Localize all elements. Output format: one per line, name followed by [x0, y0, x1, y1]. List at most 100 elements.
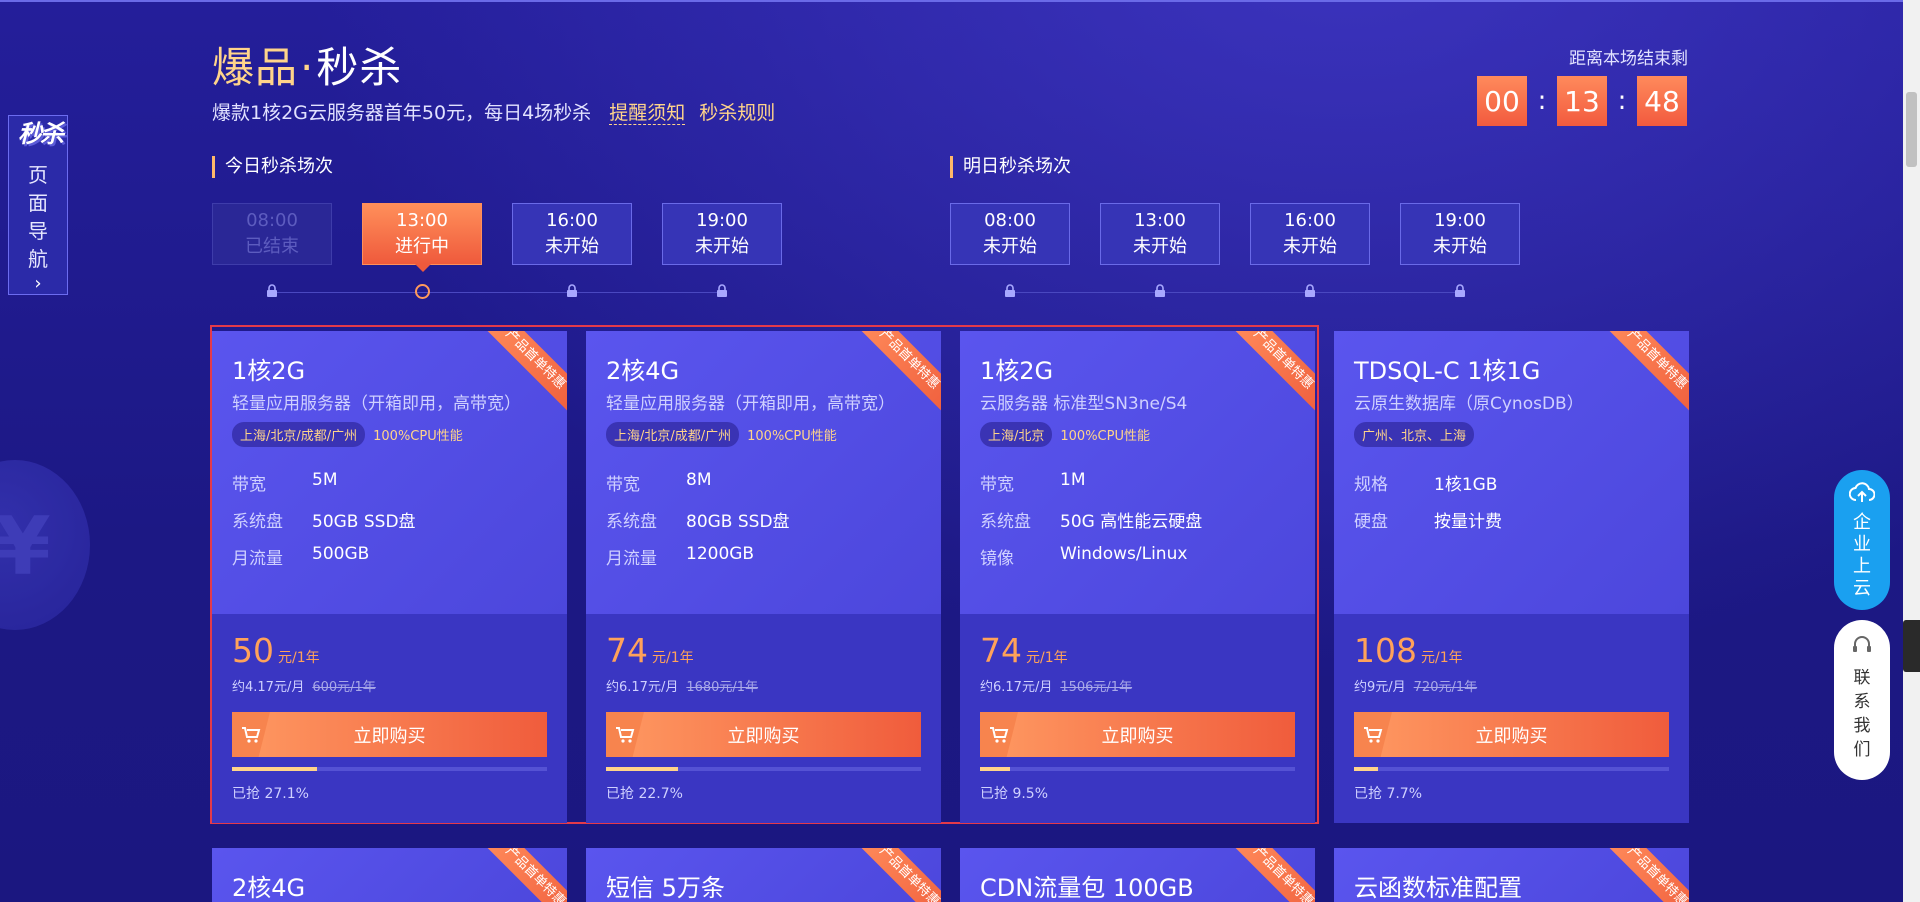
remind-link[interactable]: 提醒须知 — [609, 102, 686, 125]
price-value: 74 — [606, 631, 648, 670]
spec-value: 8M — [686, 470, 712, 490]
spec-value: 按量计费 — [1434, 512, 1502, 532]
spec-list: 带宽 8M 系统盘 80GB SSD盘 月流量 1200GB — [606, 470, 790, 581]
product-desc: 轻量应用服务器（开箱即用，高带宽） — [232, 394, 521, 414]
product-name: 2核4G — [606, 357, 680, 385]
lock-icon — [1303, 284, 1317, 298]
spec-key: 系统盘 — [232, 512, 283, 532]
session-time: 13:00 — [1134, 210, 1186, 231]
page-navigation[interactable]: 秒杀 页面导航 › — [8, 115, 68, 295]
product-card[interactable]: 产品首单特惠 云函数标准配置 — [1334, 848, 1689, 902]
price: 108 元/1年 — [1354, 631, 1463, 670]
spec-key: 系统盘 — [980, 512, 1031, 532]
spec-value: 1M — [1060, 470, 1086, 490]
session-status: 未开始 — [545, 236, 599, 257]
product-card[interactable]: 产品首单特惠 1核2G 轻量应用服务器（开箱即用，高带宽） 上海/北京/成都/广… — [212, 331, 567, 823]
buy-now-button[interactable]: 立即购买 — [232, 712, 547, 757]
sold-progress-fill — [980, 767, 1010, 771]
spec-row: 月流量 500GB — [232, 544, 416, 581]
price-sub: 约6.17元/月 1680元/1年 — [606, 676, 758, 695]
monthly-price: 约6.17元/月 — [980, 680, 1053, 695]
page-scrollbar[interactable] — [1903, 0, 1920, 902]
session-time: 08:00 — [246, 210, 298, 231]
active-session-marker — [415, 284, 430, 299]
today-session-0[interactable]: 08:00 已结束 — [212, 203, 332, 265]
price: 74 元/1年 — [980, 631, 1068, 670]
spec-key: 月流量 — [606, 549, 657, 569]
countdown-separator: : — [1617, 86, 1627, 116]
sold-progress-bar — [232, 767, 547, 771]
spec-row: 月流量 1200GB — [606, 544, 790, 581]
sold-label: 已抢 9.5% — [980, 786, 1049, 802]
tomorrow-session-1[interactable]: 13:00 未开始 — [1100, 203, 1220, 265]
product-tags: 上海/北京/成都/广州 100%CPU性能 — [606, 422, 837, 447]
spec-row: 系统盘 80GB SSD盘 — [606, 507, 790, 544]
countdown-seconds: 48 — [1637, 76, 1687, 126]
buy-now-button[interactable]: 立即购买 — [980, 712, 1295, 757]
subtitle-text: 爆款1核2G云服务器首年50元，每日4场秒杀 — [212, 102, 592, 124]
product-card[interactable]: 产品首单特惠 1核2G 云服务器 标准型SN3ne/S4 上海/北京 100%C… — [960, 331, 1315, 823]
spec-row: 带宽 1M — [980, 470, 1202, 507]
page-navigation-char: 航 — [28, 247, 48, 271]
today-session-3[interactable]: 19:00 未开始 — [662, 203, 782, 265]
lock-icon — [715, 284, 729, 298]
sold-label: 已抢 7.7% — [1354, 786, 1423, 802]
monthly-price: 约9元/月 — [1354, 680, 1406, 695]
product-card[interactable]: 产品首单特惠 短信 5万条 — [586, 848, 941, 902]
tomorrow-session-2[interactable]: 16:00 未开始 — [1250, 203, 1370, 265]
contact-us-button[interactable]: 联系我们 — [1834, 620, 1890, 780]
product-tags: 广州、北京、上海 — [1354, 422, 1475, 447]
page-navigation-label: 页面导航 — [28, 161, 48, 273]
promo-ribbon: 产品首单特惠 — [1231, 848, 1315, 902]
spec-key: 带宽 — [232, 475, 266, 495]
tomorrow-session-3[interactable]: 19:00 未开始 — [1400, 203, 1520, 265]
spec-row: 硬盘 按量计费 — [1354, 507, 1502, 544]
session-status: 未开始 — [1133, 236, 1187, 257]
product-name: 1核2G — [980, 357, 1054, 385]
spec-value: 500GB — [312, 544, 370, 564]
buy-now-button[interactable]: 立即购买 — [606, 712, 921, 757]
buy-now-button[interactable]: 立即购买 — [1354, 712, 1669, 757]
spec-key: 规格 — [1354, 475, 1388, 495]
product-name: 短信 5万条 — [606, 874, 725, 902]
price-unit: 元/1年 — [652, 650, 694, 666]
lock-icon — [1153, 284, 1167, 298]
spec-key: 硬盘 — [1354, 512, 1388, 532]
scrollbar-thumb[interactable] — [1906, 92, 1917, 167]
today-session-1[interactable]: 13:00 进行中 — [362, 203, 482, 272]
spec-value: 1200GB — [686, 544, 755, 564]
session-time: 13:00 — [396, 210, 448, 231]
spec-row: 镜像 Windows/Linux — [980, 544, 1202, 581]
side-tab-handle[interactable] — [1903, 620, 1920, 672]
buy-now-label: 立即购买 — [353, 725, 426, 747]
session-status: 进行中 — [395, 236, 449, 257]
product-card[interactable]: 产品首单特惠 2核4G 轻量应用服务器（开箱即用，高带宽） 上海/北京/成都/广… — [586, 331, 941, 823]
enterprise-cloud-button[interactable]: 企业上云 — [1834, 470, 1890, 610]
session-status: 未开始 — [1433, 236, 1487, 257]
spec-row: 系统盘 50GB SSD盘 — [232, 507, 416, 544]
promo-ribbon: 产品首单特惠 — [483, 848, 567, 902]
tomorrow-session-0[interactable]: 08:00 未开始 — [950, 203, 1070, 265]
cart-icon — [980, 712, 1018, 757]
price-unit: 元/1年 — [1421, 650, 1463, 666]
lock-icon — [565, 284, 579, 298]
promo-ribbon: 产品首单特惠 — [857, 848, 941, 902]
product-name: 云函数标准配置 — [1354, 874, 1522, 902]
headset-icon — [1851, 634, 1873, 660]
session-status: 未开始 — [1283, 236, 1337, 257]
seckill-badge: 秒杀 — [18, 120, 64, 148]
product-card[interactable]: 产品首单特惠 2核4G — [212, 848, 567, 902]
region-tag: 上海/北京/成都/广州 — [606, 422, 740, 447]
price: 50 元/1年 — [232, 631, 320, 670]
session-status: 未开始 — [983, 236, 1037, 257]
rules-link[interactable]: 秒杀规则 — [699, 102, 775, 124]
spec-row: 系统盘 50G 高性能云硬盘 — [980, 507, 1202, 544]
spec-list: 带宽 1M 系统盘 50G 高性能云硬盘 镜像 Windows/Linux — [980, 470, 1202, 581]
today-session-2[interactable]: 16:00 未开始 — [512, 203, 632, 265]
product-card[interactable]: 产品首单特惠 TDSQL-C 1核1G 云原生数据库（原CynosDB） 广州、… — [1334, 331, 1689, 823]
lock-icon — [265, 284, 279, 298]
spec-value: 50GB SSD盘 — [312, 512, 416, 532]
product-card[interactable]: 产品首单特惠 CDN流量包 100GB — [960, 848, 1315, 902]
product-name: CDN流量包 100GB — [980, 874, 1194, 902]
cart-icon — [1354, 712, 1392, 757]
